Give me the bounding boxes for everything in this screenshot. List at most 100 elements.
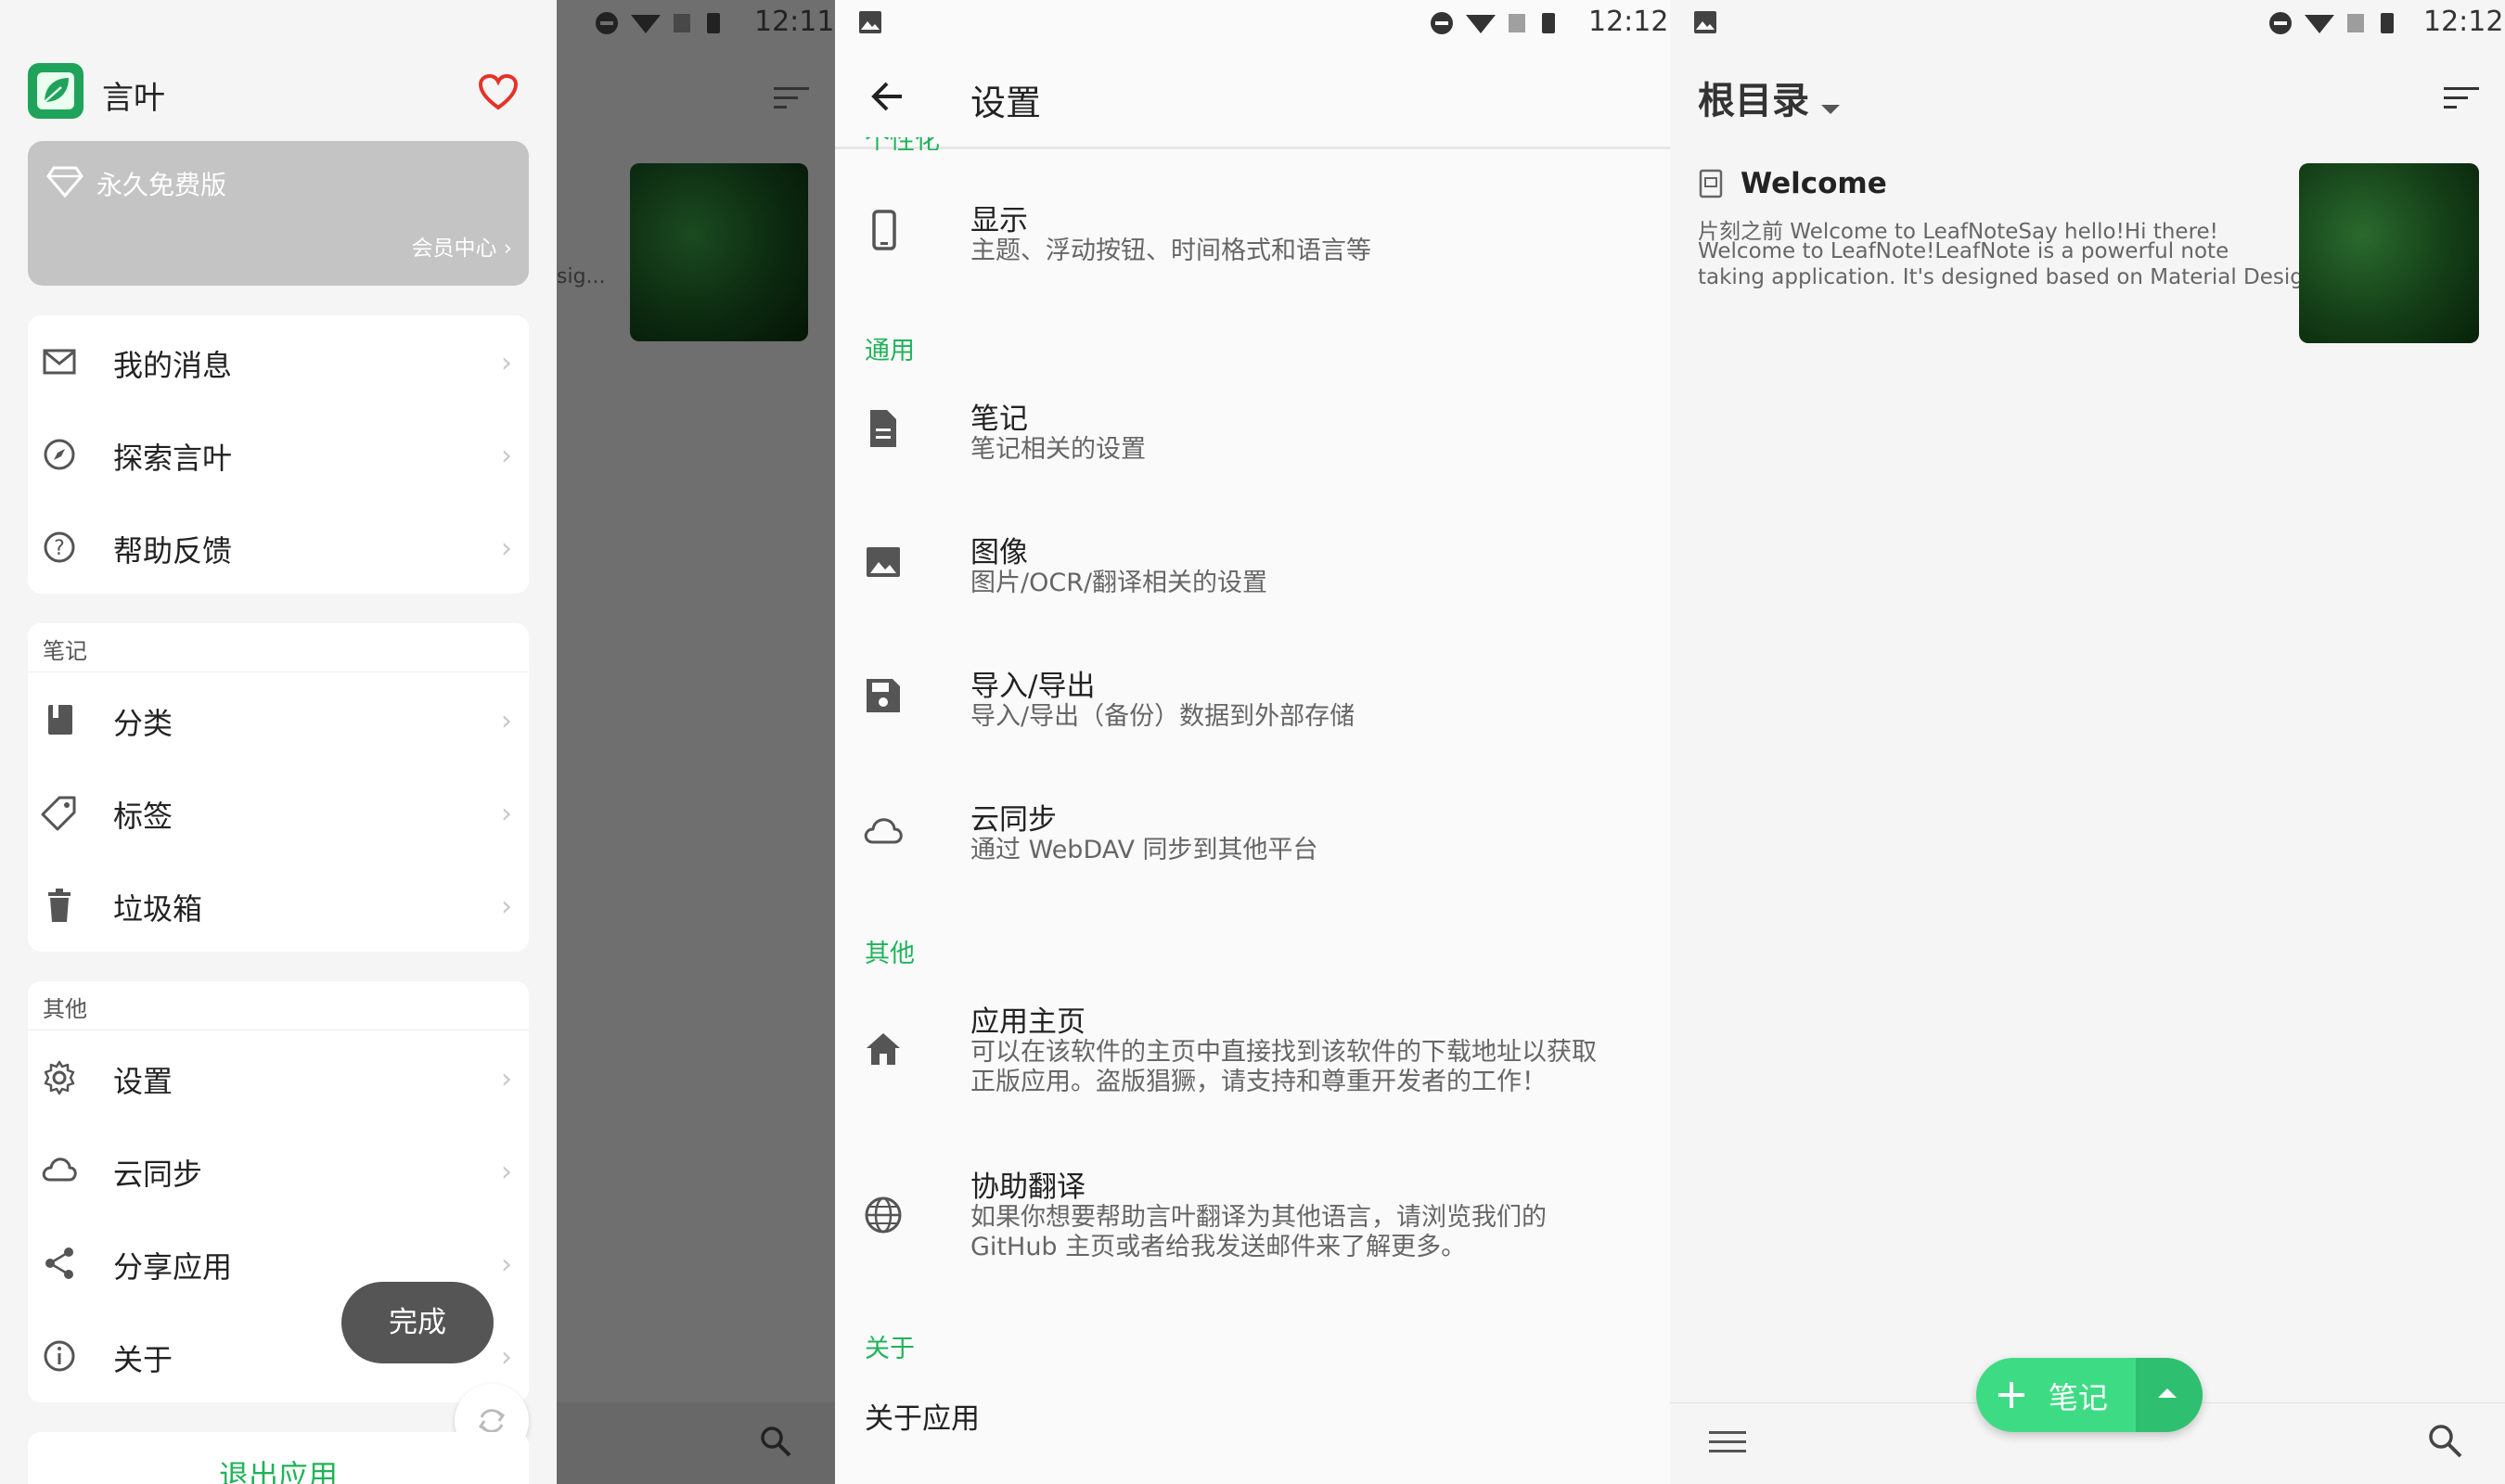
menu-item-cloud-sync[interactable]: 云同步 › — [28, 1124, 529, 1217]
status-icons — [2269, 12, 2394, 34]
document-icon — [870, 410, 896, 447]
caret-up-icon — [2158, 1388, 2177, 1398]
heart-icon[interactable] — [478, 74, 519, 111]
member-center-label: 会员中心 — [411, 237, 497, 261]
menu-item-label: 分享应用 — [113, 1249, 233, 1285]
settings-item-display[interactable]: 显示 主题、浮动按钮、时间格式和语言等 — [835, 186, 1670, 278]
settings-item-translate[interactable]: 协助翻译 如果你想要帮助言叶翻译为其他语言，请浏览我们的 GitHub 主页或者… — [835, 1152, 1670, 1282]
info-icon — [44, 1340, 75, 1372]
status-time: 12:12 — [1588, 6, 1669, 38]
chevron-right-icon: › — [501, 1063, 512, 1095]
new-note-fab[interactable]: 笔记 — [1976, 1358, 2203, 1432]
settings-item-subtitle: 图片/OCR/翻译相关的设置 — [970, 569, 1268, 597]
note-thumbnail — [2299, 163, 2479, 343]
chevron-right-icon: › — [501, 1341, 512, 1374]
settings-item-title: 云同步 — [970, 803, 1057, 837]
folder-selector[interactable]: 根目录 — [1698, 70, 1842, 122]
member-center-link[interactable]: 会员中心 › — [411, 230, 512, 262]
navigation-drawer: 言叶 永久免费版 会员中心 › 我的消息 › 探索言叶 › ? 帮助反馈 › 笔… — [0, 0, 557, 1484]
phone-icon — [872, 210, 896, 250]
chevron-right-icon: › — [501, 347, 512, 379]
settings-item-subtitle: 笔记相关的设置 — [970, 435, 1146, 464]
menu-icon[interactable] — [1709, 1428, 1746, 1456]
settings-item-subtitle: 正版应用。盗版猖獗，请支持和尊重开发者的工作！ — [970, 1068, 1547, 1096]
settings-item-about-app[interactable]: 关于应用 — [865, 1395, 980, 1437]
menu-item-label: 分类 — [113, 706, 173, 741]
trash-icon — [48, 889, 71, 922]
settings-screen: 12:12 设置 个性化 显示 主题、浮动按钮、时间格式和语言等 通用 笔记 笔… — [835, 0, 1670, 1484]
globe-icon — [865, 1196, 902, 1234]
section-title: 其他 — [43, 996, 87, 1022]
menu-item-settings[interactable]: 设置 › — [28, 1031, 529, 1124]
leaf-icon — [37, 72, 74, 109]
settings-item-subtitle: 主题、浮动按钮、时间格式和语言等 — [970, 237, 1371, 265]
settings-item-homepage[interactable]: 应用主页 可以在该软件的主页中直接找到该软件的下载地址以获取 正版应用。盗版猖獗… — [835, 987, 1670, 1117]
note-title: Welcome — [1741, 167, 1887, 200]
category-label: 个性化 — [865, 137, 940, 150]
chevron-right-icon: › — [501, 798, 512, 830]
note-snippet-line: Welcome to LeafNote!LeafNote is a powerf… — [1698, 239, 2229, 263]
menu-item-help[interactable]: ? 帮助反馈 › — [28, 501, 529, 594]
folder-title: 根目录 — [1698, 80, 1809, 122]
membership-label: 永久免费版 — [96, 170, 227, 200]
diamond-icon — [46, 166, 84, 198]
done-button[interactable]: 完成 — [341, 1282, 494, 1363]
menu-item-trash[interactable]: 垃圾箱 › — [28, 859, 529, 952]
category-general: 通用 — [865, 337, 915, 365]
sort-icon[interactable] — [2444, 85, 2481, 111]
drawer-screen: 12:11 sig... 言叶 永久免费版 会员中心 › 我的消息 › 探索言叶… — [0, 0, 835, 1484]
settings-item-title: 协助翻译 — [970, 1171, 1086, 1204]
status-icons — [1431, 12, 1555, 34]
menu-item-label: 探索言叶 — [113, 441, 233, 476]
category-other: 其他 — [865, 940, 915, 968]
document-type-icon — [1699, 169, 1723, 198]
settings-item-cloud-sync[interactable]: 云同步 通过 WebDAV 同步到其他平台 — [835, 785, 1670, 877]
settings-item-subtitle: 导入/导出（备份）数据到外部存储 — [970, 702, 1355, 731]
chevron-right-icon: › — [501, 532, 512, 565]
settings-item-import-export[interactable]: 导入/导出 导入/导出（备份）数据到外部存储 — [835, 651, 1670, 744]
menu-item-label: 云同步 — [113, 1157, 203, 1192]
settings-item-title: 应用主页 — [970, 1005, 1086, 1039]
search-icon[interactable] — [759, 1425, 792, 1458]
dropdown-arrow-icon — [1821, 104, 1841, 114]
new-note-label: 笔记 — [2049, 1380, 2109, 1415]
settings-item-subtitle: 通过 WebDAV 同步到其他平台 — [970, 836, 1318, 864]
menu-card-top: 我的消息 › 探索言叶 › ? 帮助反馈 › — [28, 315, 529, 594]
page-title: 设置 — [970, 83, 1042, 123]
membership-card[interactable]: 永久免费版 会员中心 › — [28, 141, 529, 286]
cloud-icon — [42, 1158, 77, 1182]
search-icon[interactable] — [2427, 1423, 2464, 1460]
gallery-notification-icon — [859, 11, 881, 33]
cloud-icon — [864, 818, 903, 844]
gear-icon — [44, 1060, 75, 1095]
menu-item-explore[interactable]: 探索言叶 › — [28, 408, 529, 501]
menu-card-notes: 笔记 分类 › 标签 › 垃圾箱 › — [28, 623, 529, 952]
note-snippet-line: taking application. It's designed based … — [1698, 265, 2324, 289]
compass-icon — [44, 439, 75, 470]
image-icon — [867, 547, 900, 577]
status-time: 12:12 — [2423, 6, 2504, 38]
exit-app-button[interactable]: 退出应用 — [28, 1432, 529, 1484]
menu-item-label: 帮助反馈 — [113, 533, 233, 569]
app-name: 言叶 — [102, 80, 165, 117]
settings-item-image[interactable]: 图像 图片/OCR/翻译相关的设置 — [835, 518, 1670, 610]
fab-expand-button[interactable] — [2136, 1358, 2203, 1432]
status-bar: 12:11 — [557, 0, 835, 46]
status-icons — [596, 12, 720, 34]
menu-item-category[interactable]: 分类 › — [28, 673, 529, 766]
menu-item-label: 我的消息 — [113, 348, 233, 383]
menu-item-label: 关于 — [113, 1342, 173, 1377]
chevron-right-icon: › — [501, 705, 512, 737]
note-item[interactable]: Welcome 片刻之前 Welcome to LeafNoteSay hell… — [1670, 158, 2505, 352]
settings-item-notes[interactable]: 笔记 笔记相关的设置 — [835, 384, 1670, 477]
menu-item-tags[interactable]: 标签 › — [28, 766, 529, 859]
mail-icon — [43, 349, 76, 375]
gallery-notification-icon — [1694, 11, 1716, 33]
chevron-right-icon: › — [501, 440, 512, 472]
menu-item-messages[interactable]: 我的消息 › — [28, 315, 529, 408]
section-title: 笔记 — [43, 638, 87, 664]
back-arrow-icon[interactable] — [868, 78, 906, 115]
settings-item-subtitle: GitHub 主页或者给我发送邮件来了解更多。 — [970, 1233, 1467, 1261]
status-time: 12:11 — [754, 6, 835, 38]
sort-icon[interactable] — [774, 85, 811, 111]
